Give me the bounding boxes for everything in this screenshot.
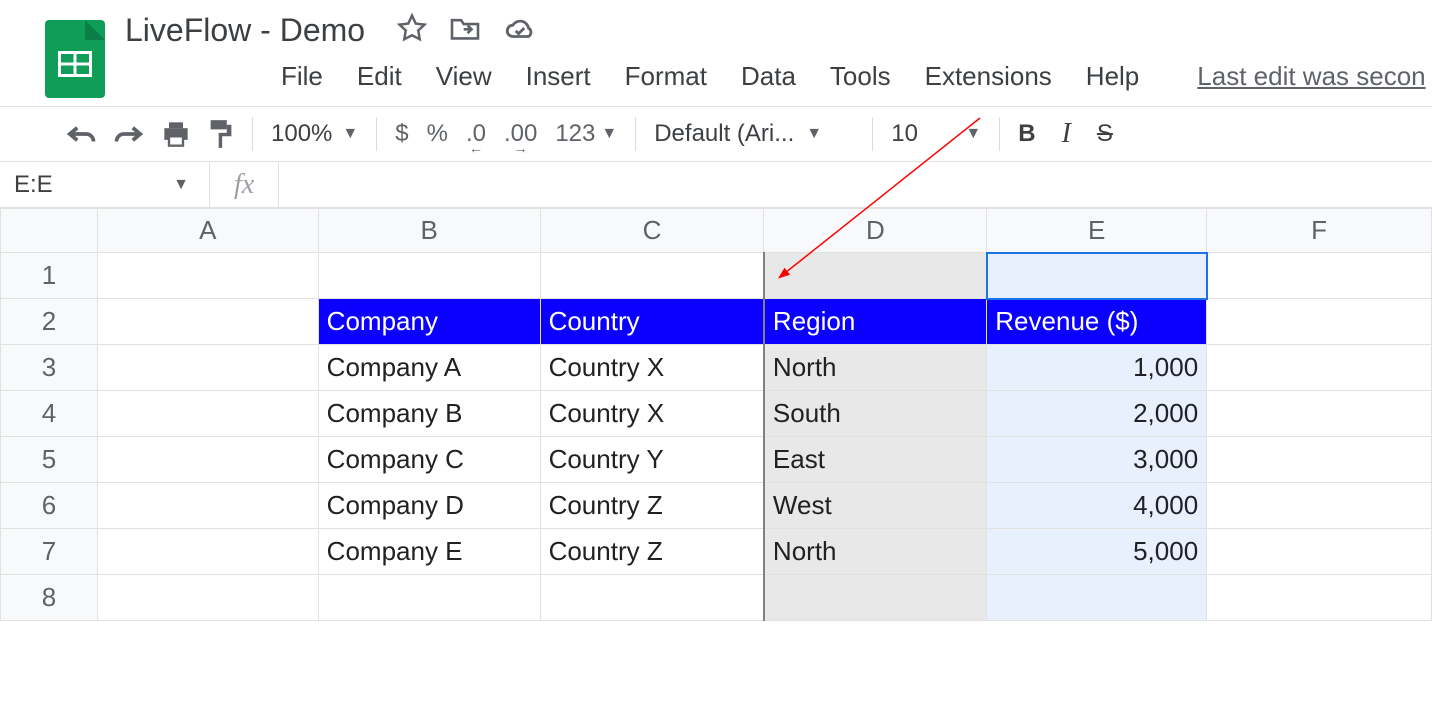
zoom-select[interactable]: 100%▼	[271, 120, 358, 148]
row-header-3[interactable]: 3	[1, 345, 98, 391]
cloud-status-icon[interactable]	[503, 15, 537, 46]
toolbar: 100%▼ $ % .0← .00→ 123▼ Default (Ari...▼…	[0, 107, 1432, 162]
format-currency-button[interactable]: $	[395, 120, 408, 148]
table-cell[interactable]: West	[764, 483, 987, 529]
format-percent-button[interactable]: %	[427, 120, 448, 148]
spreadsheet-grid[interactable]: A B C D E F 1 2 Company Country Region R…	[0, 208, 1432, 621]
active-cell[interactable]	[987, 253, 1207, 299]
table-cell[interactable]: Company D	[318, 483, 540, 529]
select-all-corner[interactable]	[1, 209, 98, 253]
table-cell[interactable]: South	[764, 391, 987, 437]
table-cell[interactable]: Company C	[318, 437, 540, 483]
table-cell[interactable]: Country X	[540, 345, 764, 391]
menu-help[interactable]: Help	[1086, 61, 1139, 92]
col-header-A[interactable]: A	[97, 209, 318, 253]
bold-button[interactable]: B	[1018, 120, 1035, 148]
row-header-7[interactable]: 7	[1, 529, 98, 575]
number-format-select[interactable]: 123▼	[555, 120, 617, 148]
row-header-2[interactable]: 2	[1, 299, 98, 345]
table-cell[interactable]: 1,000	[987, 345, 1207, 391]
col-header-B[interactable]: B	[318, 209, 540, 253]
table-header-cell[interactable]: Region	[764, 299, 987, 345]
table-cell[interactable]: Country Z	[540, 529, 764, 575]
menu-data[interactable]: Data	[741, 61, 796, 92]
row-header-5[interactable]: 5	[1, 437, 98, 483]
table-cell[interactable]: Company E	[318, 529, 540, 575]
strikethrough-button[interactable]: S	[1097, 120, 1113, 148]
table-cell[interactable]: 4,000	[987, 483, 1207, 529]
row-header-6[interactable]: 6	[1, 483, 98, 529]
increase-decimal-button[interactable]: .00→	[504, 120, 537, 148]
col-header-C[interactable]: C	[540, 209, 764, 253]
table-header-cell[interactable]: Company	[318, 299, 540, 345]
menu-format[interactable]: Format	[625, 61, 707, 92]
star-icon[interactable]	[397, 13, 427, 48]
table-cell[interactable]: Country Z	[540, 483, 764, 529]
table-header-cell[interactable]: Country	[540, 299, 764, 345]
font-select[interactable]: Default (Ari...▼	[654, 120, 854, 148]
redo-button[interactable]	[114, 123, 144, 145]
undo-button[interactable]	[66, 123, 96, 145]
table-cell[interactable]: 3,000	[987, 437, 1207, 483]
font-size-select[interactable]: 10▼	[891, 120, 981, 148]
move-icon[interactable]	[449, 15, 481, 46]
table-cell[interactable]: 2,000	[987, 391, 1207, 437]
document-title[interactable]: LiveFlow - Demo	[125, 12, 365, 49]
italic-button[interactable]: I	[1062, 118, 1071, 150]
row-header-4[interactable]: 4	[1, 391, 98, 437]
fx-icon: fx	[210, 169, 278, 201]
paint-format-button[interactable]	[208, 119, 234, 149]
formula-bar[interactable]	[278, 162, 1432, 207]
menu-tools[interactable]: Tools	[830, 61, 891, 92]
table-cell[interactable]: Company A	[318, 345, 540, 391]
menu-view[interactable]: View	[436, 61, 492, 92]
decrease-decimal-button[interactable]: .0←	[466, 120, 486, 148]
table-header-cell[interactable]: Revenue ($)	[987, 299, 1207, 345]
menu-insert[interactable]: Insert	[526, 61, 591, 92]
table-cell[interactable]: North	[764, 529, 987, 575]
menu-edit[interactable]: Edit	[357, 61, 402, 92]
table-cell[interactable]: East	[764, 437, 987, 483]
table-cell[interactable]: 5,000	[987, 529, 1207, 575]
menu-extensions[interactable]: Extensions	[925, 61, 1052, 92]
col-header-E[interactable]: E	[987, 209, 1207, 253]
row-header-8[interactable]: 8	[1, 575, 98, 621]
last-edit-link[interactable]: Last edit was secon	[1197, 61, 1425, 92]
table-cell[interactable]: Country X	[540, 391, 764, 437]
print-button[interactable]	[162, 121, 190, 147]
name-box[interactable]: E:E▼	[0, 162, 210, 207]
sheets-logo[interactable]	[45, 20, 105, 98]
table-cell[interactable]: Company B	[318, 391, 540, 437]
col-header-D[interactable]: D	[764, 209, 987, 253]
table-cell[interactable]: Country Y	[540, 437, 764, 483]
menu-file[interactable]: File	[281, 61, 323, 92]
table-cell[interactable]: North	[764, 345, 987, 391]
row-header-1[interactable]: 1	[1, 253, 98, 299]
col-header-F[interactable]: F	[1207, 209, 1432, 253]
